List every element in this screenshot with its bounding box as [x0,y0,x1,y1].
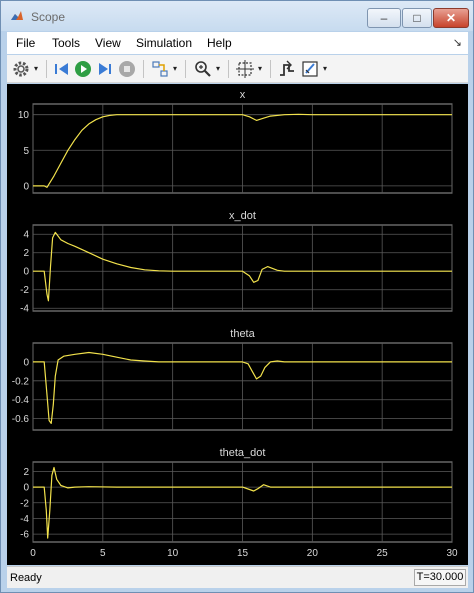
gear-icon[interactable] [11,59,31,79]
minimize-icon: – [380,11,388,25]
scope-window: Scope – □ ✕ File Tools View Simulation H… [0,0,474,593]
menu-help[interactable]: Help [207,36,232,50]
window-title: Scope [31,10,66,24]
y-tick-label: -4 [20,514,29,525]
settings-dropdown-icon[interactable]: ▾ [34,64,38,73]
fit-axes-dropdown-icon[interactable]: ▾ [258,64,262,73]
maximize-icon: □ [413,11,421,25]
x-tick-label: 20 [307,548,319,559]
y-tick-label: -6 [20,530,29,541]
x-tick-label: 5 [100,548,106,559]
status-bar: Ready T=30.000 [7,566,468,588]
y-tick-label: -2 [20,285,29,296]
toolbar-separator [46,60,47,78]
menu-tools[interactable]: Tools [52,36,80,50]
y-tick-label: 0 [23,483,29,494]
y-tick-label: -0.6 [12,414,30,425]
axes-title: theta_dot [220,447,266,459]
step-forward-icon[interactable] [95,59,115,79]
stop-icon[interactable] [117,59,137,79]
scope-plot-area[interactable]: 0 5 10 x -4 -2 0 2 4 x_dot -0.6 -0.4 -0.2 0 theta -6 -4 -… [7,84,468,565]
fit-axes-icon[interactable] [235,59,255,79]
x-tick-label: 0 [30,548,36,559]
menu-simulation[interactable]: Simulation [136,36,192,50]
y-tick-label: 2 [23,467,29,478]
y-tick-label: 5 [23,146,29,157]
triggers-icon[interactable] [277,59,297,79]
menu-bar: File Tools View Simulation Help ↘ [7,32,468,54]
maximize-button[interactable]: □ [402,8,432,28]
close-icon: ✕ [445,11,457,25]
menu-view[interactable]: View [95,36,121,50]
close-button[interactable]: ✕ [433,8,469,28]
y-tick-label: 0 [23,181,29,192]
measurements-dropdown-icon[interactable]: ▾ [323,64,327,73]
status-text: Ready [10,572,42,584]
x-tick-label: 30 [446,548,458,559]
matlab-logo-icon [11,11,23,20]
menu-file[interactable]: File [16,36,35,50]
toolbar-separator [228,60,229,78]
y-tick-label: 2 [23,248,29,259]
zoom-dropdown-icon[interactable]: ▾ [216,64,220,73]
y-tick-label: -0.2 [12,376,30,387]
y-tick-label: -4 [20,304,29,315]
axes-title: x [240,89,246,101]
title-bar[interactable]: Scope – □ ✕ [1,1,473,31]
menu-expand-icon[interactable]: ↘ [453,36,462,49]
step-back-icon[interactable] [52,59,72,79]
y-tick-label: 4 [23,230,29,241]
run-icon[interactable] [73,59,93,79]
minimize-button[interactable]: – [367,8,401,28]
toolbar: ▾ ▾ ▾ ▾ ▾ [7,55,468,83]
simulation-time: T=30.000 [414,569,466,586]
highlight-icon[interactable] [150,59,170,79]
x-tick-label: 10 [167,548,179,559]
axes-title: theta [230,328,255,340]
toolbar-separator [185,60,186,78]
x-tick-label: 15 [237,548,249,559]
zoom-icon[interactable] [193,59,213,79]
y-tick-label: 0 [23,357,29,368]
axes-title: x_dot [229,210,256,222]
cursor-measurements-icon[interactable] [300,59,320,79]
highlight-dropdown-icon[interactable]: ▾ [173,64,177,73]
toolbar-separator [143,60,144,78]
scope-plots[interactable]: 0 5 10 x -4 -2 0 2 4 x_dot -0.6 -0.4 -0.2 0 theta -6 -4 -… [7,84,468,565]
y-tick-label: -2 [20,498,29,509]
y-tick-label: -0.4 [12,395,30,406]
y-tick-label: 0 [23,267,29,278]
toolbar-separator [270,60,271,78]
x-tick-label: 25 [377,548,389,559]
y-tick-label: 10 [18,110,30,121]
